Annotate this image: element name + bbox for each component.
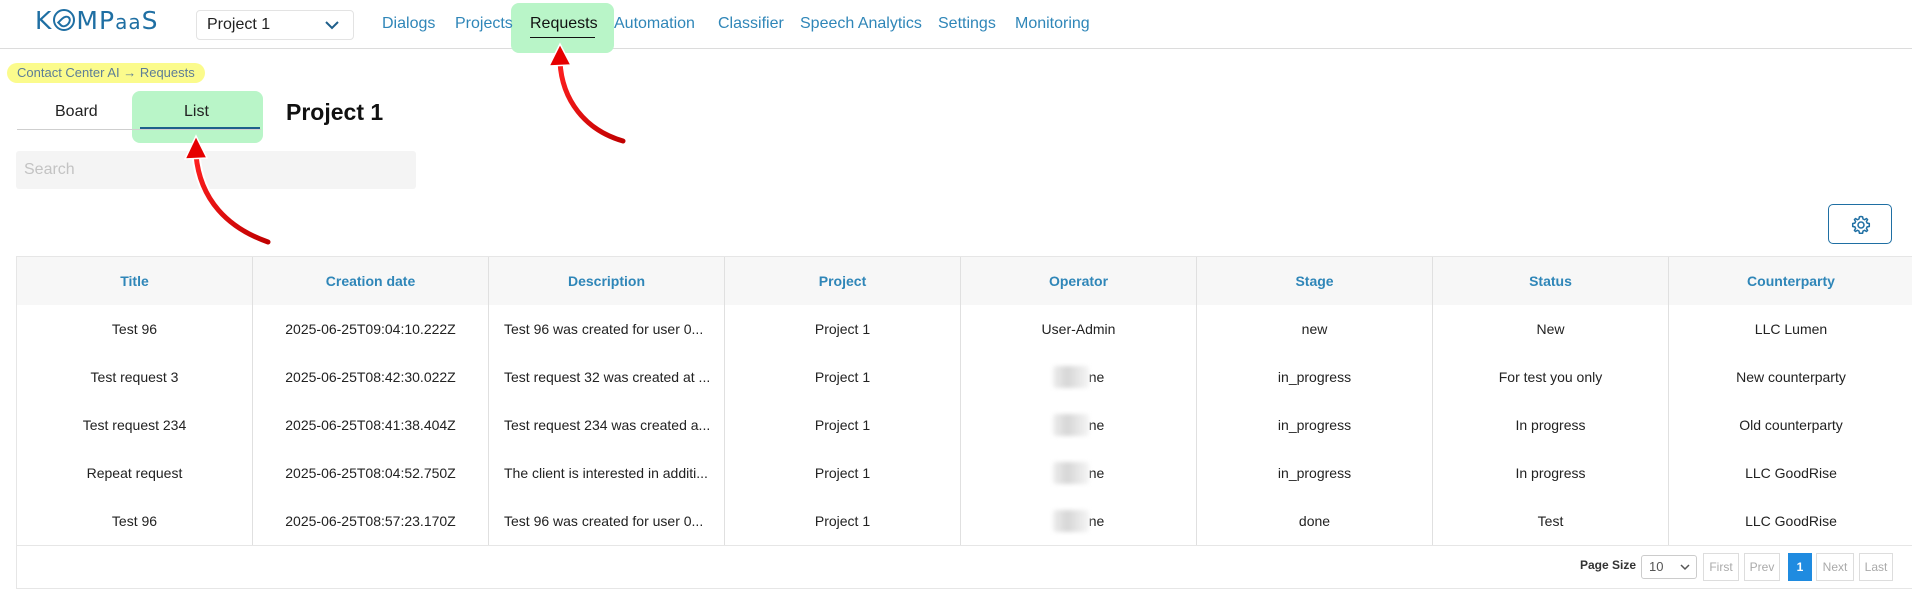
cell-creation-date: 2025-06-25T08:57:23.170Z: [253, 497, 489, 545]
pagination-page-1[interactable]: 1: [1788, 553, 1812, 581]
operator-name-suffix: ne: [1088, 465, 1105, 481]
cell-status: Test: [1433, 497, 1669, 545]
cell-operator: ne: [961, 353, 1197, 401]
arrow-to-requests: [547, 42, 628, 146]
cell-description: Test request 32 was created at ...: [489, 353, 725, 401]
cell-title: Test request 234: [17, 401, 253, 449]
cell-status: In progress: [1433, 401, 1669, 449]
cell-project: Project 1: [725, 401, 961, 449]
nav-requests[interactable]: Requests: [530, 13, 598, 35]
cell-operator: ne: [961, 497, 1197, 545]
cell-creation-date: 2025-06-25T08:42:30.022Z: [253, 353, 489, 401]
cell-status: New: [1433, 305, 1669, 353]
operator-name-suffix: ne: [1088, 513, 1105, 529]
cell-creation-date: 2025-06-25T08:04:52.750Z: [253, 449, 489, 497]
requests-table: Title Creation date Description Project …: [16, 256, 1912, 589]
column-header-status[interactable]: Status: [1433, 257, 1669, 305]
cell-stage: in_progress: [1197, 401, 1433, 449]
page-size-value: 10: [1649, 559, 1664, 574]
compass-icon: [53, 9, 76, 31]
column-header-stage[interactable]: Stage: [1197, 257, 1433, 305]
top-navigation-bar: K MPaaS Project 1 Dialogs Projects Reques…: [0, 0, 1912, 53]
cell-stage: in_progress: [1197, 353, 1433, 401]
gear-icon: [1851, 215, 1871, 234]
nav-dialogs[interactable]: Dialogs: [382, 13, 435, 35]
cell-counterparty: New counterparty: [1736, 369, 1846, 385]
cell-project: Project 1: [725, 497, 961, 545]
project-selector-value: Project 1: [207, 16, 271, 33]
cell-stage: in_progress: [1197, 449, 1433, 497]
pagination-next-button[interactable]: Next: [1816, 553, 1854, 581]
cell-creation-date: 2025-06-25T08:41:38.404Z: [253, 401, 489, 449]
cell-status: In progress: [1433, 449, 1669, 497]
nav-speech-analytics[interactable]: Speech Analytics: [800, 13, 922, 35]
cell-project: Project 1: [725, 353, 961, 401]
cell-description: Test 96 was created for user 0...: [489, 305, 725, 353]
page-size-label: Page Size: [1580, 558, 1637, 572]
pagination-prev-button[interactable]: Prev: [1744, 553, 1780, 581]
table-row[interactable]: Test request 3 2025-06-25T08:42:30.022Z Te…: [17, 353, 1912, 401]
table-row[interactable]: Repeat request 2025-06-25T08:04:52.750Z Th…: [17, 449, 1912, 497]
cell-counterparty: Old counterparty: [1739, 417, 1843, 433]
nav-monitoring[interactable]: Monitoring: [1015, 13, 1090, 35]
column-header-title[interactable]: Title: [17, 257, 253, 305]
table-row[interactable]: Test request 234 2025-06-25T08:41:38.404Z…: [17, 401, 1912, 449]
breadcrumb[interactable]: Contact Center AI → Requests: [7, 63, 205, 83]
redacted-operator-name: [1052, 462, 1089, 484]
nav-projects[interactable]: Projects: [455, 13, 513, 35]
nav-classifier[interactable]: Classifier: [718, 13, 784, 35]
cell-counterparty: LLC GoodRise: [1745, 465, 1837, 481]
page-title: Project 1: [286, 99, 384, 125]
cell-stage: new: [1197, 305, 1433, 353]
cell-description: Test request 234 was created a...: [489, 401, 725, 449]
chevron-down-icon: [1680, 564, 1690, 571]
cell-project: Project 1: [725, 305, 961, 353]
table-row[interactable]: Test 96 2025-06-25T08:57:23.170Z Test 96 w…: [17, 497, 1912, 545]
nav-automation[interactable]: Automation: [614, 13, 695, 35]
nav-requests-underline: [530, 37, 595, 38]
column-header-project[interactable]: Project: [725, 257, 961, 305]
cell-status: For test you only: [1433, 353, 1669, 401]
page-size-select[interactable]: 10: [1641, 555, 1697, 579]
table-body: Test 96 2025-06-25T09:04:10.222Z Test 96 w…: [17, 305, 1912, 545]
pagination-last-button[interactable]: Last: [1859, 553, 1893, 581]
redacted-operator-name: [1052, 414, 1089, 436]
column-header-description[interactable]: Description: [489, 257, 725, 305]
nav-settings[interactable]: Settings: [938, 13, 996, 35]
cell-description: Test 96 was created for user 0...: [489, 497, 725, 545]
tab-list-underline: [140, 127, 260, 129]
cell-operator: User-Admin: [961, 305, 1197, 353]
redacted-operator-name: [1052, 510, 1089, 532]
cell-counterparty: LLC Lumen: [1754, 321, 1828, 337]
table-settings-button[interactable]: [1828, 204, 1892, 244]
cell-counterparty: LLC GoodRise: [1745, 513, 1837, 529]
cell-stage: done: [1197, 497, 1433, 545]
cell-title: Repeat request: [17, 449, 253, 497]
column-header-creation-date[interactable]: Creation date: [253, 257, 489, 305]
operator-name-suffix: ne: [1088, 369, 1105, 385]
cell-project: Project 1: [725, 449, 961, 497]
table-row[interactable]: Test 96 2025-06-25T09:04:10.222Z Test 96 w…: [17, 305, 1912, 353]
column-header-operator[interactable]: Operator: [961, 257, 1197, 305]
cell-creation-date: 2025-06-25T09:04:10.222Z: [253, 305, 489, 353]
pagination-first-button[interactable]: First: [1703, 553, 1739, 581]
chevron-down-icon: [325, 21, 339, 30]
project-selector[interactable]: Project 1: [196, 10, 354, 40]
cell-operator: ne: [961, 401, 1197, 449]
redacted-operator-name: [1052, 366, 1089, 388]
cell-title: Test 96: [17, 497, 253, 545]
tab-board[interactable]: Board: [55, 101, 98, 123]
cell-operator: ne: [961, 449, 1197, 497]
table-header: Title Creation date Description Project …: [17, 257, 1912, 305]
kompas-logo[interactable]: K MPaaS: [35, 6, 158, 36]
cell-title: Test 96: [17, 305, 253, 353]
operator-name-suffix: ne: [1088, 417, 1105, 433]
cell-title: Test request 3: [17, 353, 253, 401]
tab-list[interactable]: List: [184, 101, 209, 123]
pagination-bar: Page Size 10 First Prev 1 Next Last: [17, 545, 1912, 589]
search-input[interactable]: [16, 151, 416, 189]
cell-description: The client is interested in additi...: [489, 449, 725, 497]
tabs-divider: [17, 129, 261, 130]
column-header-counterparty[interactable]: Counterparty: [1669, 257, 1912, 305]
